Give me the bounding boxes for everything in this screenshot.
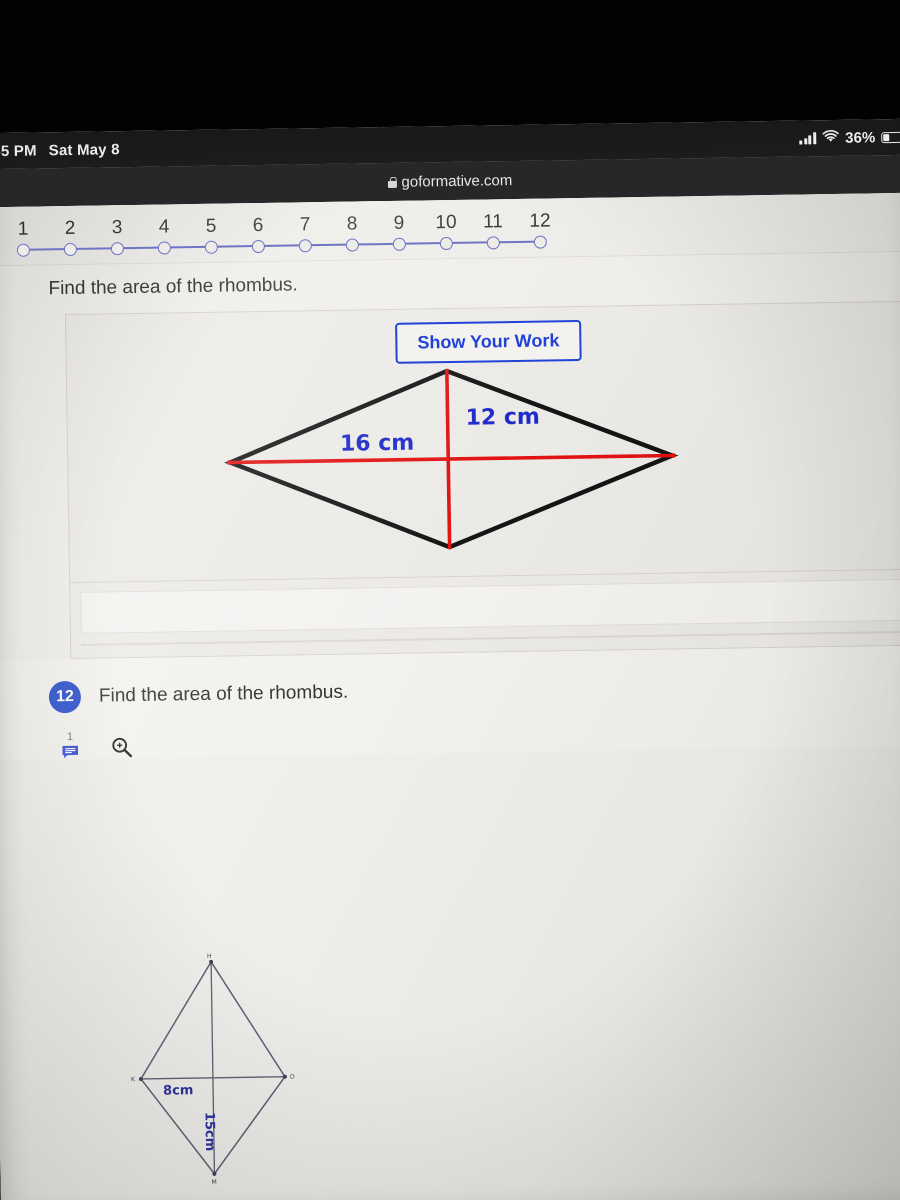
comment-tool[interactable]: 1 — [61, 730, 79, 759]
question-number-badge: 12 — [48, 680, 82, 714]
stepper-dot[interactable] — [63, 242, 77, 257]
cellular-signal-icon — [799, 132, 817, 145]
kite-vertex-label-k: K — [131, 1076, 136, 1083]
show-your-work-button[interactable]: Show Your Work — [395, 319, 582, 364]
stepper-dot[interactable] — [251, 239, 265, 254]
answer-input[interactable] — [80, 578, 900, 634]
comment-icon[interactable] — [62, 745, 79, 759]
question-header: 12 Find the area of the rhombus. — [0, 668, 900, 715]
kite-vertex-label-m: M — [212, 1179, 217, 1186]
photo-of-tablet: 55 PM Sat May 8 36% goformative.com 1 2 … — [0, 0, 900, 1200]
battery-percent: 36% — [845, 128, 876, 147]
stepper-number: 11 — [482, 211, 504, 233]
status-bar-right: 36% — [799, 119, 900, 157]
stepper-dot[interactable] — [16, 243, 30, 257]
status-bar-left: 55 PM Sat May 8 — [0, 141, 120, 160]
stepper-number: 10 — [435, 211, 457, 234]
stepper-number: 5 — [205, 215, 217, 237]
stepper-item-5[interactable]: 5 — [187, 215, 235, 254]
stepper-dot[interactable] — [345, 238, 359, 252]
stepper-item-4[interactable]: 4 — [140, 216, 188, 255]
question-text: Find the area of the rhombus. — [98, 681, 349, 707]
tablet-screen: 55 PM Sat May 8 36% goformative.com 1 2 … — [0, 118, 900, 1200]
comment-count: 1 — [66, 730, 74, 744]
status-date: Sat May 8 — [48, 140, 120, 159]
url-text: goformative.com — [401, 171, 513, 191]
stepper-item-11[interactable]: 11 — [469, 211, 517, 250]
stepper-dot[interactable] — [392, 237, 406, 251]
stepper-number: 9 — [393, 212, 405, 234]
wifi-icon — [822, 129, 839, 146]
stepper-item-7[interactable]: 7 — [281, 214, 329, 253]
stepper-dot[interactable] — [486, 236, 500, 250]
kite-vertex-label-o: O — [290, 1074, 295, 1081]
horizontal-diagonal — [228, 453, 675, 465]
stepper-dot[interactable] — [533, 235, 547, 249]
status-time: 55 PM — [0, 141, 37, 160]
zoom-tool[interactable] — [111, 736, 133, 758]
question-block: 12 Find the area of the rhombus. 1 — [0, 645, 900, 761]
answer-underline — [81, 630, 900, 646]
stepper-number: 3 — [111, 217, 123, 239]
stepper-dot[interactable] — [204, 240, 218, 254]
stepper-dot[interactable] — [439, 236, 453, 251]
stepper-item-8[interactable]: 8 — [328, 213, 376, 252]
horizontal-diagonal-label: 16 cm — [340, 431, 415, 457]
magnifier-icon[interactable] — [111, 736, 133, 758]
question-toolbar: 1 — [0, 712, 900, 761]
kite-vertex-label-h: H — [207, 953, 212, 960]
stepper-item-6[interactable]: 6 — [234, 215, 282, 254]
kite-figure: H K O M 8cm 15cm — [131, 953, 295, 1186]
stepper-row: 1 2 3 4 5 6 7 8 9 10 11 12 — [0, 205, 900, 258]
stepper-number: 12 — [529, 210, 551, 232]
stepper-number: 2 — [64, 217, 76, 240]
lock-icon — [387, 176, 396, 187]
stepper-item-2[interactable]: 2 — [46, 218, 94, 257]
vertical-diagonal — [445, 369, 452, 550]
stepper-number: 7 — [299, 214, 311, 236]
stepper-dot[interactable] — [157, 241, 171, 255]
preview-card: Show Your Work 12 cm 16 cm — [64, 300, 900, 583]
stepper-number: 6 — [252, 214, 264, 237]
stepper-item-12[interactable]: 12 — [516, 210, 564, 249]
answer-area — [69, 568, 900, 660]
stepper-item-10[interactable]: 10 — [422, 212, 470, 251]
rhombus-figure: 12 cm 16 cm — [224, 368, 679, 550]
vertical-diagonal-label: 12 cm — [465, 405, 540, 431]
battery-icon — [881, 131, 900, 143]
stepper-number: 1 — [17, 218, 29, 240]
stepper-number: 4 — [158, 216, 170, 238]
stepper-item-9[interactable]: 9 — [375, 212, 423, 251]
stepper-number: 8 — [346, 213, 358, 235]
stepper-item-3[interactable]: 3 — [93, 217, 141, 256]
stepper-dot[interactable] — [110, 242, 124, 256]
stepper-item-1[interactable]: 1 — [0, 218, 47, 257]
kite-horizontal-label: 8cm — [163, 1083, 194, 1098]
kite-vertical-label: 15cm — [201, 1112, 217, 1152]
stepper-dot[interactable] — [298, 239, 312, 253]
page-content: 1 2 3 4 5 6 7 8 9 10 11 12 Find the area… — [0, 192, 900, 1200]
